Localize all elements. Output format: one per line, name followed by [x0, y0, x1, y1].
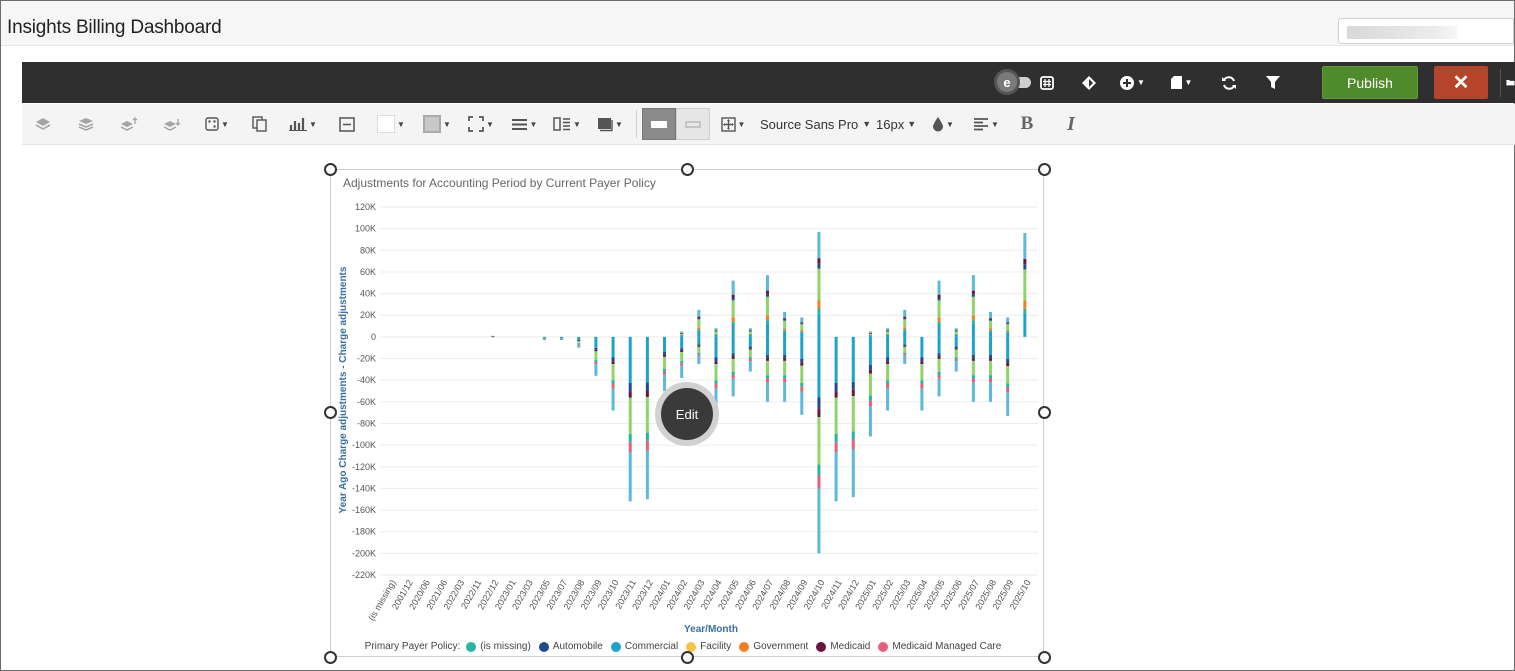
add-icon[interactable]: ▼: [1116, 62, 1148, 103]
view-toggle[interactable]: e: [997, 72, 1031, 92]
random-icon[interactable]: ▼: [202, 104, 232, 144]
text-color-icon[interactable]: ▼: [928, 104, 958, 144]
resize-handle-top-right[interactable]: [1038, 163, 1051, 176]
legend-label: (is missing): [480, 641, 531, 652]
legend-item[interactable]: Medicaid: [816, 641, 870, 652]
legend-swatch: [816, 641, 827, 652]
grid-icon[interactable]: ▼: [718, 104, 748, 144]
layers-icon[interactable]: [32, 104, 54, 144]
align-icon[interactable]: ▼: [970, 104, 1002, 144]
filter-icon[interactable]: [1258, 62, 1288, 103]
legend-swatch: [878, 641, 889, 652]
font-size-select[interactable]: 16px ▼: [876, 104, 916, 144]
duplicate-icon[interactable]: [248, 104, 270, 144]
legend-label: Automobile: [552, 641, 603, 652]
legend-title: Primary Payer Policy:: [364, 641, 461, 652]
legend-label: Facility: [700, 641, 732, 652]
resize-handle-bottom[interactable]: [681, 651, 694, 664]
chart-type-icon[interactable]: ▼: [286, 104, 320, 144]
chart-title: Adjustments for Accounting Period by Cur…: [343, 176, 656, 190]
legend-swatch: [739, 641, 750, 652]
hash-icon[interactable]: [1032, 62, 1062, 103]
layer-down-icon[interactable]: [161, 104, 183, 144]
resize-handle-right[interactable]: [1038, 406, 1051, 419]
column-icon[interactable]: ▼: [550, 104, 584, 144]
bold-button[interactable]: B: [1016, 104, 1038, 144]
fill-color-icon[interactable]: ▼: [376, 104, 406, 144]
refresh-icon[interactable]: [1214, 62, 1244, 103]
resize-handle-bottom-left[interactable]: [324, 651, 337, 664]
app-header: Insights Billing Dashboard: [1, 1, 1514, 46]
shadow-icon[interactable]: ▼: [422, 104, 452, 144]
edit-button[interactable]: Edit: [661, 388, 713, 440]
resize-handle-top[interactable]: [681, 163, 694, 176]
legend-label: Medicaid: [830, 641, 871, 652]
legend-item[interactable]: Government: [739, 641, 808, 652]
legend-label: Medicaid Managed Care: [892, 641, 1002, 652]
legend-item[interactable]: Medicaid Managed Care: [878, 641, 1001, 652]
tag-icon[interactable]: [1074, 62, 1104, 103]
resize-handle-bottom-right[interactable]: [1038, 651, 1051, 664]
legend-swatch: [538, 641, 549, 652]
layout-row-icon[interactable]: [642, 108, 676, 140]
legend-item[interactable]: Commercial: [610, 641, 679, 652]
resize-handle-top-left[interactable]: [324, 163, 337, 176]
publish-button[interactable]: Publish: [1322, 66, 1418, 99]
legend-swatch: [610, 641, 621, 652]
legend-swatch: [466, 641, 477, 652]
row-icon[interactable]: ▼: [508, 104, 540, 144]
resize-handle-left[interactable]: [324, 406, 337, 419]
legend-item[interactable]: Automobile: [538, 641, 603, 652]
legend-swatch: [686, 641, 697, 652]
close-button[interactable]: ✕: [1434, 66, 1488, 99]
fullscreen-icon[interactable]: ▼: [466, 104, 496, 144]
legend-label: Commercial: [624, 641, 679, 652]
frame-icon[interactable]: ▼: [594, 104, 626, 144]
redacted-text: [1347, 26, 1457, 39]
legend-item[interactable]: (is missing): [466, 641, 531, 652]
main-toolbar: e ▼ ▼ Publish ✕: [22, 62, 1515, 103]
legend-label: Government: [753, 641, 809, 652]
page-title: Insights Billing Dashboard: [7, 17, 222, 38]
italic-button[interactable]: I: [1060, 104, 1082, 144]
folder-icon[interactable]: [1506, 62, 1515, 103]
layer-up-icon[interactable]: [118, 104, 140, 144]
format-toolbar: ▼ ▼ ▼ ▼ ▼ ▼ ▼ ▼ ▼ Source Sans Pro ▼ 16px ▼…: [22, 104, 1515, 145]
layout-row-alt-icon[interactable]: [676, 108, 710, 140]
border-icon[interactable]: [336, 104, 358, 144]
page-icon[interactable]: ▼: [1166, 62, 1196, 103]
legend-item[interactable]: Facility: [686, 641, 731, 652]
search-input[interactable]: [1338, 18, 1514, 44]
font-family-select[interactable]: Source Sans Pro ▼: [760, 104, 871, 144]
toggle-icon: e: [997, 72, 1017, 92]
layers-bottom-icon[interactable]: [75, 104, 97, 144]
